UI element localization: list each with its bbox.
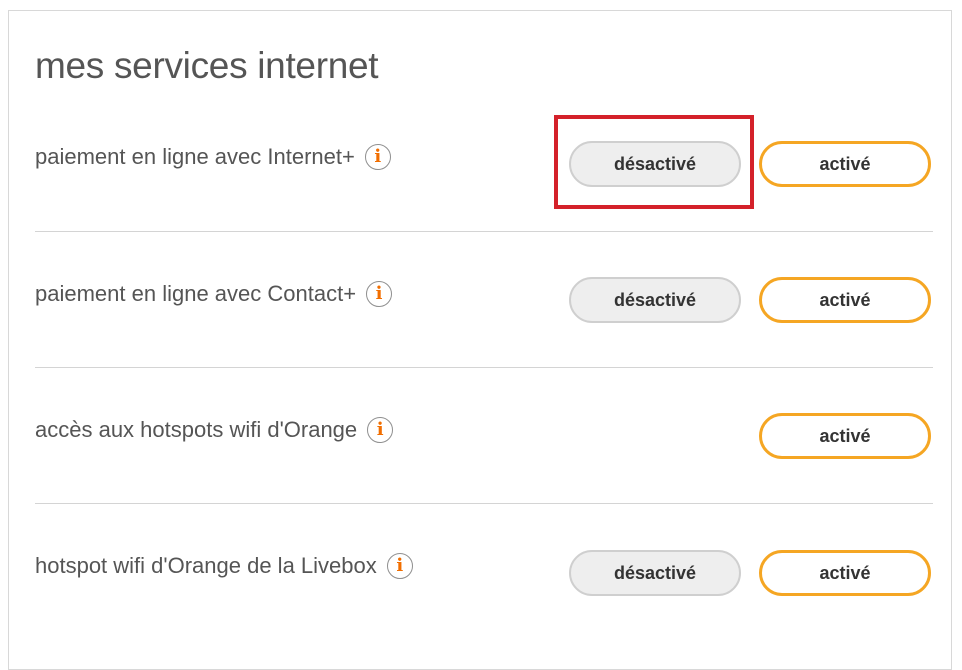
- services-panel: mes services internet paiement en ligne …: [8, 10, 952, 670]
- activate-button[interactable]: activé: [759, 550, 931, 596]
- service-label: hotspot wifi d'Orange de la Livebox: [35, 553, 377, 578]
- activate-button[interactable]: activé: [759, 277, 931, 323]
- info-icon[interactable]: i: [386, 553, 413, 579]
- service-label: paiement en ligne avec Contact+: [35, 281, 357, 306]
- divider: [35, 367, 933, 368]
- info-icon[interactable]: i: [367, 417, 394, 443]
- deactivate-button[interactable]: désactivé: [569, 277, 741, 323]
- service-row-hotspots: accès aux hotspots wifi d'Orange i: [35, 417, 394, 443]
- service-row-contact-plus: paiement en ligne avec Contact+ i: [35, 281, 393, 307]
- divider: [35, 231, 933, 232]
- info-icon[interactable]: i: [366, 281, 393, 307]
- service-label: paiement en ligne avec Internet+: [35, 144, 355, 169]
- service-label: accès aux hotspots wifi d'Orange: [35, 417, 358, 442]
- service-row-internet-plus: paiement en ligne avec Internet+ i: [35, 144, 391, 170]
- deactivate-button[interactable]: désactivé: [569, 141, 741, 187]
- section-title: mes services internet: [35, 45, 379, 86]
- activate-button[interactable]: activé: [759, 413, 931, 459]
- info-icon[interactable]: i: [364, 144, 391, 170]
- activate-button[interactable]: activé: [759, 141, 931, 187]
- service-row-livebox-hotspot: hotspot wifi d'Orange de la Livebox i: [35, 553, 413, 579]
- deactivate-button[interactable]: désactivé: [569, 550, 741, 596]
- divider: [35, 503, 933, 504]
